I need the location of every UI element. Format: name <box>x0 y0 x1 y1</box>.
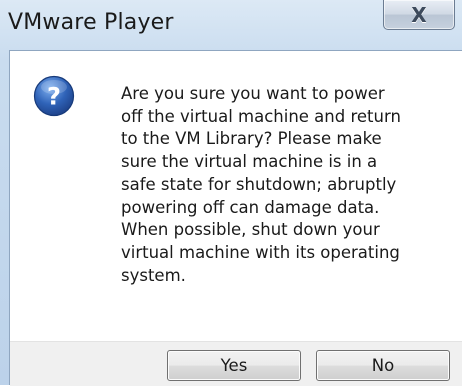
no-button[interactable]: No <box>316 350 450 381</box>
close-icon: X <box>411 2 427 27</box>
dialog-message: Are you sure you want to power off the v… <box>121 84 401 285</box>
yes-button[interactable]: Yes <box>167 350 301 381</box>
title-bar[interactable]: VMware Player X <box>0 0 462 50</box>
svg-text:?: ? <box>47 83 61 111</box>
question-icon: ? <box>33 75 75 117</box>
close-button[interactable]: X <box>383 0 455 30</box>
dialog-window: VMware Player X ? Are you sure you want … <box>0 0 462 386</box>
dialog-body: ? Are you sure you want to power off the… <box>9 50 462 386</box>
button-bar: Yes No <box>10 341 462 386</box>
window-title: VMware Player <box>8 10 174 35</box>
